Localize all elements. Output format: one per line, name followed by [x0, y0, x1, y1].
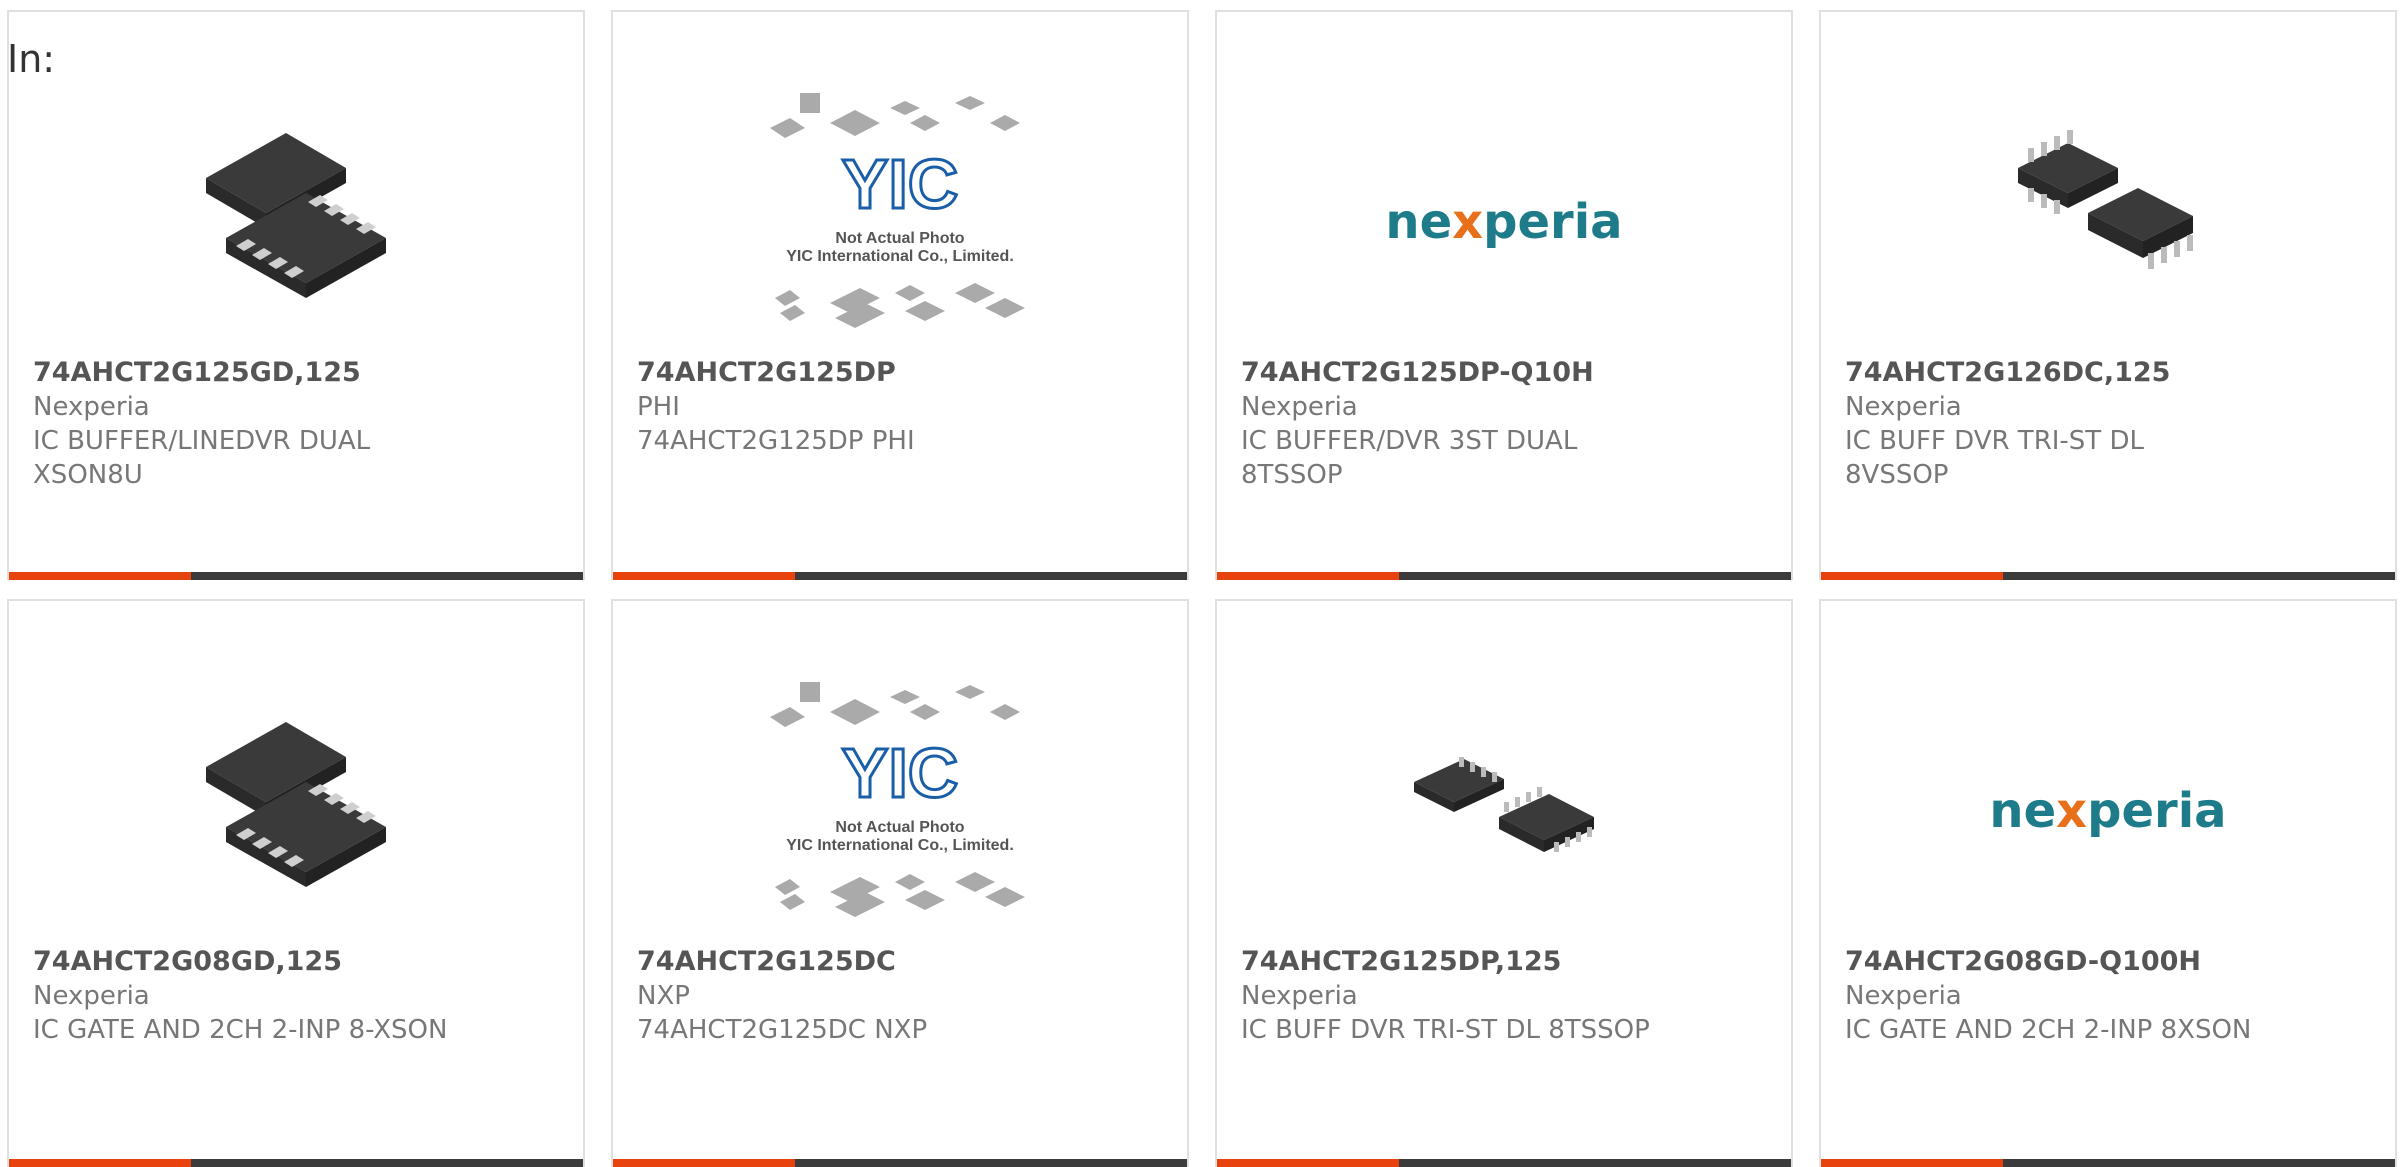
part-number-link[interactable]: 74AHCT2G08GD-Q100H [1845, 945, 2375, 979]
card-bar-accent [1821, 572, 2003, 580]
yic-logo: YIC [842, 734, 959, 812]
vssop-chip-icon [2018, 130, 2193, 269]
nexperia-logo: nexperia [1385, 194, 1622, 250]
yic-caption-line1: Not Actual Photo [835, 819, 964, 836]
product-card[interactable]: nexperia 74AHCT2G125DP-Q10H Nexperia IC … [1215, 10, 1793, 580]
description: IC BUFFER/LINEDVR DUAL XSON8U [33, 426, 371, 490]
nexperia-logo-part-b: peria [1483, 194, 1622, 250]
product-info: 74AHCT2G125DC NXP 74AHCT2G125DC NXP [637, 945, 1167, 1047]
nexperia-logo-part-x: x [2056, 783, 2087, 839]
product-card[interactable]: 74AHCT2G125GD,125 Nexperia IC BUFFER/LIN… [7, 10, 585, 580]
product-grid: 74AHCT2G125GD,125 Nexperia IC BUFFER/LIN… [0, 0, 2400, 1167]
card-bar [1217, 572, 1791, 580]
card-bar-accent [9, 1159, 191, 1167]
card-bar-accent [613, 1159, 795, 1167]
card-bar [613, 1159, 1187, 1167]
card-bar-accent [1217, 1159, 1399, 1167]
product-card[interactable]: 74AHCT2G08GD,125 Nexperia IC GATE AND 2C… [7, 599, 585, 1167]
product-info: 74AHCT2G125GD,125 Nexperia IC BUFFER/LIN… [33, 356, 563, 492]
product-card[interactable]: nexperia 74AHCT2G08GD-Q100H Nexperia IC … [1819, 599, 2397, 1167]
manufacturer: NXP [637, 981, 690, 1011]
tssop-chip-icon [1414, 757, 1594, 852]
manufacturer: Nexperia [1241, 392, 1358, 422]
product-image[interactable] [1958, 88, 2258, 348]
description: IC BUFF DVR TRI-ST DL 8TSSOP [1241, 1015, 1650, 1045]
part-number-link[interactable]: 74AHCT2G125DP [637, 356, 1167, 390]
card-bar [1821, 1159, 2395, 1167]
card-bar [9, 1159, 583, 1167]
product-info: 74AHCT2G125DP PHI 74AHCT2G125DP PHI [637, 356, 1167, 458]
manufacturer: Nexperia [33, 392, 150, 422]
xson-chip-icon [206, 133, 386, 298]
yic-not-actual-photo-icon: YIC Not Actual Photo YIC International C… [770, 682, 1025, 917]
part-number-link[interactable]: 74AHCT2G125DP,125 [1241, 945, 1771, 979]
card-bar-accent [9, 572, 191, 580]
svg-text:nexperia: nexperia [1989, 783, 2226, 839]
part-number-link[interactable]: 74AHCT2G126DC,125 [1845, 356, 2375, 390]
card-bar [9, 572, 583, 580]
manufacturer: Nexperia [1845, 392, 1962, 422]
yic-caption-line2: YIC International Co., Limited. [786, 248, 1014, 265]
card-bar-accent [1217, 572, 1399, 580]
product-info: 74AHCT2G125DP-Q10H Nexperia IC BUFFER/DV… [1241, 356, 1771, 492]
yic-logo: YIC [842, 145, 959, 223]
product-card[interactable]: YIC Not Actual Photo YIC International C… [611, 10, 1189, 580]
product-card[interactable]: 74AHCT2G125DP,125 Nexperia IC BUFF DVR T… [1215, 599, 1793, 1167]
yic-caption-line1: Not Actual Photo [835, 230, 964, 247]
product-image[interactable] [1354, 677, 1654, 937]
product-image[interactable] [146, 88, 446, 348]
product-image[interactable] [146, 677, 446, 937]
nexperia-logo-part-x: x [1452, 194, 1483, 250]
manufacturer: Nexperia [1241, 981, 1358, 1011]
product-image[interactable]: YIC Not Actual Photo YIC International C… [750, 677, 1050, 937]
description: IC GATE AND 2CH 2-INP 8XSON [1845, 1015, 2252, 1045]
product-card[interactable]: YIC Not Actual Photo YIC International C… [611, 599, 1189, 1167]
product-image[interactable]: YIC Not Actual Photo YIC International C… [750, 88, 1050, 348]
description: IC BUFFER/DVR 3ST DUAL 8TSSOP [1241, 426, 1578, 490]
part-number-link[interactable]: 74AHCT2G125DC [637, 945, 1167, 979]
nexperia-logo-part-a: ne [1989, 783, 2056, 839]
nexperia-logo-part-a: ne [1385, 194, 1452, 250]
nexperia-logo: nexperia [1989, 783, 2226, 839]
product-info: 74AHCT2G126DC,125 Nexperia IC BUFF DVR T… [1845, 356, 2375, 492]
card-bar [1821, 572, 2395, 580]
yic-not-actual-photo-icon: YIC Not Actual Photo YIC International C… [770, 93, 1025, 328]
product-info: 74AHCT2G125DP,125 Nexperia IC BUFF DVR T… [1241, 945, 1771, 1047]
description: IC GATE AND 2CH 2-INP 8-XSON [33, 1015, 448, 1045]
yic-caption-line2: YIC International Co., Limited. [786, 837, 1014, 854]
part-number-link[interactable]: 74AHCT2G125DP-Q10H [1241, 356, 1771, 390]
product-info: 74AHCT2G08GD,125 Nexperia IC GATE AND 2C… [33, 945, 563, 1047]
part-number-link[interactable]: 74AHCT2G08GD,125 [33, 945, 563, 979]
manufacturer: Nexperia [1845, 981, 1962, 1011]
card-bar-accent [613, 572, 795, 580]
svg-text:nexperia: nexperia [1385, 194, 1622, 250]
manufacturer: Nexperia [33, 981, 150, 1011]
product-image[interactable]: nexperia [1958, 677, 2258, 937]
page-label: In: [7, 37, 56, 81]
description: IC BUFF DVR TRI-ST DL 8VSSOP [1845, 426, 2144, 490]
product-info: 74AHCT2G08GD-Q100H Nexperia IC GATE AND … [1845, 945, 2375, 1047]
manufacturer: PHI [637, 392, 680, 422]
xson-chip-icon [206, 722, 386, 887]
description: 74AHCT2G125DC NXP [637, 1015, 928, 1045]
product-card[interactable]: 74AHCT2G126DC,125 Nexperia IC BUFF DVR T… [1819, 10, 2397, 580]
card-bar [1217, 1159, 1791, 1167]
product-image[interactable]: nexperia [1354, 88, 1654, 348]
card-bar [613, 572, 1187, 580]
description: 74AHCT2G125DP PHI [637, 426, 915, 456]
part-number-link[interactable]: 74AHCT2G125GD,125 [33, 356, 563, 390]
card-bar-accent [1821, 1159, 2003, 1167]
nexperia-logo-part-b: peria [2087, 783, 2226, 839]
